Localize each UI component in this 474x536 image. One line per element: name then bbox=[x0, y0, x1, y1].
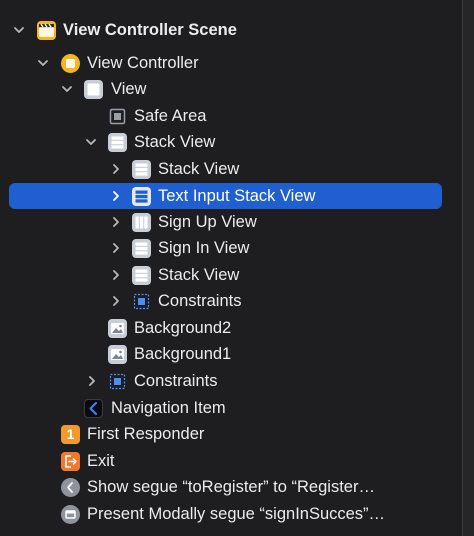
chevron-down-icon[interactable] bbox=[13, 24, 25, 36]
chevron-down-icon[interactable] bbox=[61, 83, 73, 95]
outline-label: First Responder bbox=[87, 425, 205, 443]
view-icon bbox=[84, 80, 103, 99]
outline-row-show-segue[interactable]: Show segue “toRegister” to “Register… bbox=[0, 474, 462, 500]
vertical-stack-icon bbox=[132, 266, 151, 285]
outline-row-background1[interactable]: Background1 bbox=[0, 341, 462, 367]
outline-row-sign-up-view[interactable]: Sign Up View bbox=[0, 209, 462, 235]
chevron-right-icon[interactable] bbox=[110, 163, 122, 175]
view-controller-icon bbox=[61, 54, 80, 73]
chevron-right-icon[interactable] bbox=[110, 216, 122, 228]
outline-label: Exit bbox=[87, 452, 115, 470]
chevron-down-icon[interactable] bbox=[85, 136, 97, 148]
chevron-right-icon[interactable] bbox=[110, 242, 122, 254]
chevron-right-icon[interactable] bbox=[110, 295, 122, 307]
modal-segue-icon bbox=[61, 505, 80, 524]
outline-label: Background1 bbox=[134, 345, 232, 363]
exit-icon bbox=[61, 452, 80, 471]
outline-label: Background2 bbox=[134, 319, 232, 337]
outline-row-stack-view[interactable]: Stack View bbox=[0, 156, 462, 182]
vertical-stack-icon bbox=[108, 133, 127, 152]
chevron-down-icon[interactable] bbox=[37, 57, 49, 69]
constraints-icon bbox=[108, 372, 127, 391]
constraints-icon bbox=[132, 292, 151, 311]
chevron-right-icon[interactable] bbox=[110, 269, 122, 281]
outline-label: View Controller Scene bbox=[63, 21, 237, 39]
outline-label: Show segue “toRegister” to “Register… bbox=[87, 478, 375, 496]
outline-row-modal-segue[interactable]: Present Modally segue “signInSucces”… bbox=[0, 501, 462, 527]
horizontal-stack-icon bbox=[132, 213, 151, 232]
outline-row-exit[interactable]: Exit bbox=[0, 448, 462, 474]
outline-label: Stack View bbox=[158, 160, 240, 178]
navigation-item-icon bbox=[84, 399, 103, 418]
outline-row-text-input-stack-view[interactable]: Text Input Stack View bbox=[0, 182, 462, 209]
outline-label: View bbox=[111, 80, 147, 98]
outline-row-first-responder[interactable]: 1 First Responder bbox=[0, 421, 462, 447]
show-segue-icon bbox=[61, 478, 80, 497]
editor-canvas-edge bbox=[463, 0, 474, 536]
outline-row-sign-in-view[interactable]: Sign In View bbox=[0, 235, 462, 261]
outline-label: Constraints bbox=[134, 372, 218, 390]
outline-label: Safe Area bbox=[134, 107, 207, 125]
outline-label: Stack View bbox=[134, 133, 216, 151]
vertical-stack-icon bbox=[132, 187, 151, 206]
vertical-stack-icon bbox=[132, 160, 151, 179]
outline-label: Navigation Item bbox=[111, 399, 226, 417]
outline-label: Sign In View bbox=[158, 239, 250, 257]
outline-row-navigation-item[interactable]: Navigation Item bbox=[0, 395, 462, 421]
outline-row-stack-view[interactable]: Stack View bbox=[0, 262, 462, 288]
outline-row-background2[interactable]: Background2 bbox=[0, 315, 462, 341]
outline-label: View Controller bbox=[87, 54, 199, 72]
outline-label: Stack View bbox=[158, 266, 240, 284]
outline-row-safe-area[interactable]: Safe Area bbox=[0, 103, 462, 129]
document-outline: View Controller Scene View Controller Vi… bbox=[0, 0, 463, 536]
scene-clapper-icon bbox=[37, 21, 56, 40]
outline-label: Constraints bbox=[158, 292, 242, 310]
first-responder-icon: 1 bbox=[61, 425, 80, 444]
outline-row-constraints[interactable]: Constraints bbox=[0, 368, 462, 394]
outline-label: Text Input Stack View bbox=[158, 187, 316, 205]
safe-area-icon bbox=[108, 107, 127, 126]
chevron-right-icon[interactable] bbox=[110, 190, 122, 202]
outline-label: Sign Up View bbox=[158, 213, 257, 231]
outline-row-constraints[interactable]: Constraints bbox=[0, 288, 462, 314]
image-view-icon bbox=[108, 319, 127, 338]
outline-row-view-controller[interactable]: View Controller bbox=[0, 50, 462, 76]
chevron-right-icon[interactable] bbox=[86, 375, 98, 387]
outline-row-scene[interactable]: View Controller Scene bbox=[0, 17, 462, 43]
outline-label: Present Modally segue “signInSucces”… bbox=[87, 505, 386, 523]
vertical-stack-icon bbox=[132, 239, 151, 258]
image-view-icon bbox=[108, 345, 127, 364]
outline-row-view[interactable]: View bbox=[0, 76, 462, 102]
outline-row-stack-view[interactable]: Stack View bbox=[0, 129, 462, 155]
